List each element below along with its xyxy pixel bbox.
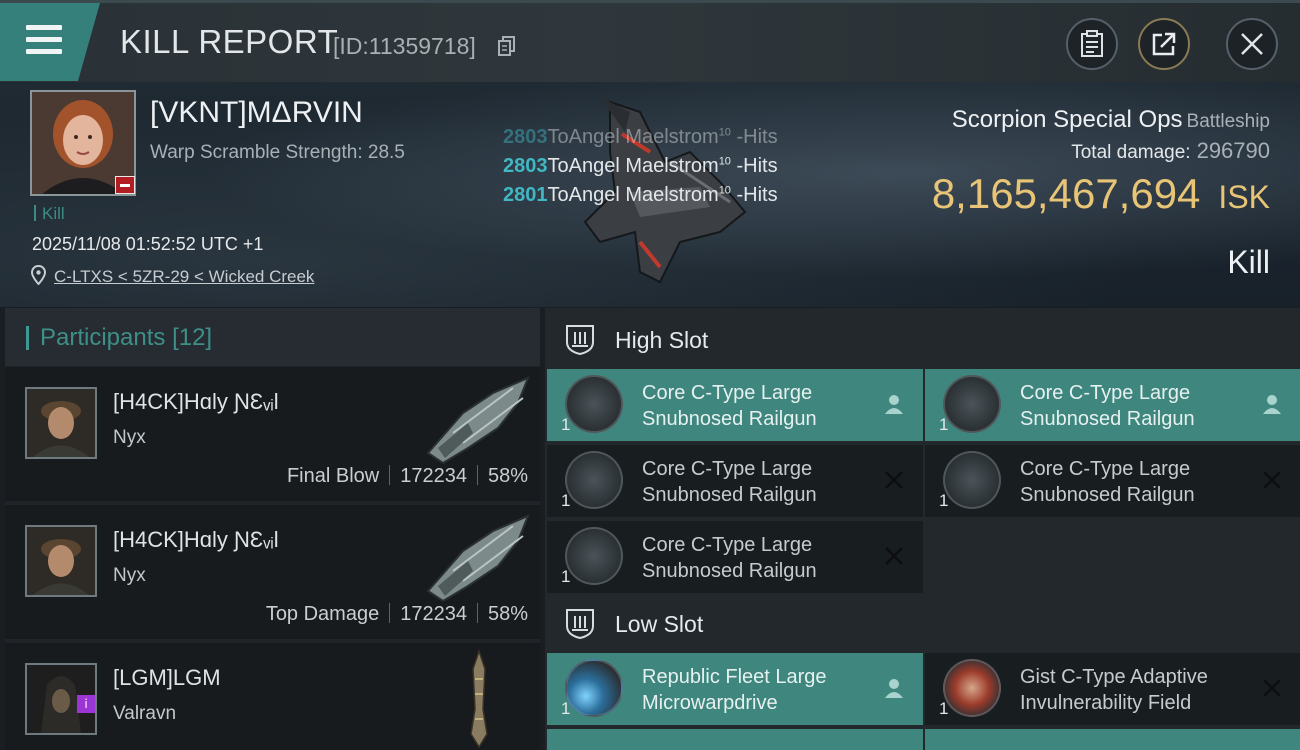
participant-avatar xyxy=(25,525,97,597)
railgun-icon xyxy=(565,375,623,433)
module-qty: 1 xyxy=(939,491,949,510)
participant-ship-image xyxy=(426,376,530,465)
victim-ship-class: Battleship xyxy=(1186,111,1270,132)
participants-count: [12] xyxy=(172,324,213,351)
participant-ship: Valravn xyxy=(113,703,177,724)
participant-ship-image xyxy=(426,514,530,603)
kill-result: Kill xyxy=(1227,244,1270,280)
module-item[interactable]: 1 Gist C-Type Adaptive Invulnerability F… xyxy=(925,653,1300,725)
module-name: Core C-Type Large Snubnosed Railgun xyxy=(642,382,817,430)
info-badge-icon: i xyxy=(77,695,95,713)
high-slot-header: High Slot xyxy=(545,310,1300,370)
isk-value: 8,165,467,694 ISK xyxy=(932,170,1270,218)
victim-name[interactable]: [VKNT]MΔRVIN xyxy=(150,96,363,130)
total-damage-value: 296790 xyxy=(1196,138,1270,163)
kill-summary: [VKNT]MΔRVIN Warp Scramble Strength: 28.… xyxy=(0,82,1300,307)
clipboard-button[interactable] xyxy=(1066,18,1118,70)
victim-ship-name[interactable]: Scorpion Special Ops xyxy=(952,106,1183,133)
warp-scramble-strength: Warp Scramble Strength: 28.5 xyxy=(150,142,405,163)
participant-stats: Top Damage 172234 58% xyxy=(265,603,528,625)
hit-row: 2803ToAngel Maelstrom10 -Hits xyxy=(503,155,778,177)
participant-name: [LGM]LGM xyxy=(113,665,221,690)
kill-tag: Kill xyxy=(34,204,65,224)
page-title: KILL REPORT xyxy=(120,23,339,60)
participant-ship: Nyx xyxy=(113,565,146,586)
railgun-icon xyxy=(943,375,1001,433)
location-pin-icon xyxy=(31,265,46,285)
copy-icon[interactable] xyxy=(498,36,516,57)
menu-button[interactable] xyxy=(0,3,100,81)
share-button[interactable] xyxy=(1138,18,1190,70)
module-item[interactable]: 1 Republic Fleet Large Microwarpdrive xyxy=(547,653,923,725)
person-icon xyxy=(885,679,903,698)
victim-ship-line: Scorpion Special Ops Battleship xyxy=(952,106,1270,134)
location-link[interactable]: C-LTXS < 5ZR-29 < Wicked Creek xyxy=(54,267,314,287)
module-name: Core C-Type Large Snubnosed Railgun xyxy=(642,458,817,506)
x-icon xyxy=(1263,471,1281,489)
module-qty: 1 xyxy=(939,699,949,718)
low-slot-icon xyxy=(566,609,594,640)
participant-avatar xyxy=(25,387,97,459)
participant-name: [H4CK]Hɑly ƝƐᵥᵢl xyxy=(113,389,279,414)
module-item[interactable]: 1 Core C-Type Large Snubnosed Railgun xyxy=(925,369,1300,441)
total-damage-label: Total damage: xyxy=(1071,142,1191,163)
participant-stats: Final Blow 172234 58% xyxy=(286,465,528,487)
railgun-icon xyxy=(943,451,1001,509)
total-damage: Total damage: 296790 xyxy=(1071,138,1270,164)
module-name: Core C-Type Large Snubnosed Railgun xyxy=(1020,382,1195,430)
high-slot-icon xyxy=(566,325,594,356)
low-slot-label: Low Slot xyxy=(615,611,704,637)
kill-timestamp: 2025/11/08 01:52:52 UTC +1 xyxy=(32,234,264,254)
hit-row: 2801ToAngel Maelstrom10 -Hits xyxy=(503,184,778,206)
menu-icon xyxy=(26,25,62,55)
module-qty: 1 xyxy=(561,699,571,718)
close-button[interactable] xyxy=(1226,18,1278,70)
module-qty: 1 xyxy=(561,567,571,586)
microwarpdrive-icon xyxy=(565,659,623,717)
x-icon xyxy=(1263,679,1281,697)
participant-name: [H4CK]Hɑly ƝƐᵥᵢl xyxy=(113,527,279,552)
module-item-partial[interactable] xyxy=(925,729,1300,750)
report-id: [ID:11359718] xyxy=(333,33,476,59)
share-icon xyxy=(1152,32,1176,56)
participant-ship-image xyxy=(470,649,488,749)
header-bar: KILL REPORT [ID:11359718] xyxy=(0,0,1300,82)
railgun-icon xyxy=(565,527,623,585)
high-slot-label: High Slot xyxy=(615,327,709,353)
participant-ship: Nyx xyxy=(113,427,146,448)
participants-panel: Participants [12] [H4CK]Hɑly ƝƐᵥᵢl Nyx F… xyxy=(5,308,540,750)
module-name: Core C-Type Large Snubnosed Railgun xyxy=(642,534,817,582)
low-slot-header: Low Slot xyxy=(545,594,1300,654)
fitting-panel: High Slot 1 Core C-Type Large Snubnosed … xyxy=(545,308,1300,750)
clipboard-icon xyxy=(1081,30,1103,57)
shield-module-icon xyxy=(943,659,1001,717)
participant-card[interactable]: [H4CK]Hɑly ƝƐᵥᵢl Nyx Top Damage 172234 58% xyxy=(5,505,540,639)
participant-card[interactable]: [H4CK]Hɑly ƝƐᵥᵢl Nyx Final Blow 172234 58% xyxy=(5,367,540,501)
module-item[interactable]: 1 Core C-Type Large Snubnosed Railgun xyxy=(925,445,1300,517)
hit-list: 2803ToAngel Maelstrom10 -Hits 2803ToAnge… xyxy=(503,126,778,213)
x-icon xyxy=(885,471,903,489)
isk-unit: ISK xyxy=(1218,179,1270,215)
person-icon xyxy=(1263,395,1281,414)
corp-badge-icon xyxy=(115,176,135,194)
x-icon xyxy=(885,547,903,565)
participants-label: Participants xyxy=(40,324,166,351)
participants-header[interactable]: Participants [12] xyxy=(5,308,540,366)
participant-card[interactable]: i [LGM]LGM Valravn xyxy=(5,643,540,750)
module-qty: 1 xyxy=(561,491,571,510)
module-name: Gist C-Type Adaptive Invulnerability Fie… xyxy=(1020,666,1208,714)
module-item[interactable]: 1 Core C-Type Large Snubnosed Railgun xyxy=(547,521,923,593)
module-name: Core C-Type Large Snubnosed Railgun xyxy=(1020,458,1195,506)
hit-row: 2803ToAngel Maelstrom10 -Hits xyxy=(503,126,778,148)
railgun-icon xyxy=(565,451,623,509)
module-item[interactable]: 1 Core C-Type Large Snubnosed Railgun xyxy=(547,369,923,441)
module-qty: 1 xyxy=(561,415,571,434)
person-icon xyxy=(885,395,903,414)
close-icon xyxy=(1241,33,1263,55)
module-qty: 1 xyxy=(939,415,949,434)
module-item-partial[interactable] xyxy=(547,729,923,750)
module-item[interactable]: 1 Core C-Type Large Snubnosed Railgun xyxy=(547,445,923,517)
isk-amount: 8,165,467,694 xyxy=(931,170,1201,217)
module-name: Republic Fleet Large Microwarpdrive xyxy=(642,666,827,714)
